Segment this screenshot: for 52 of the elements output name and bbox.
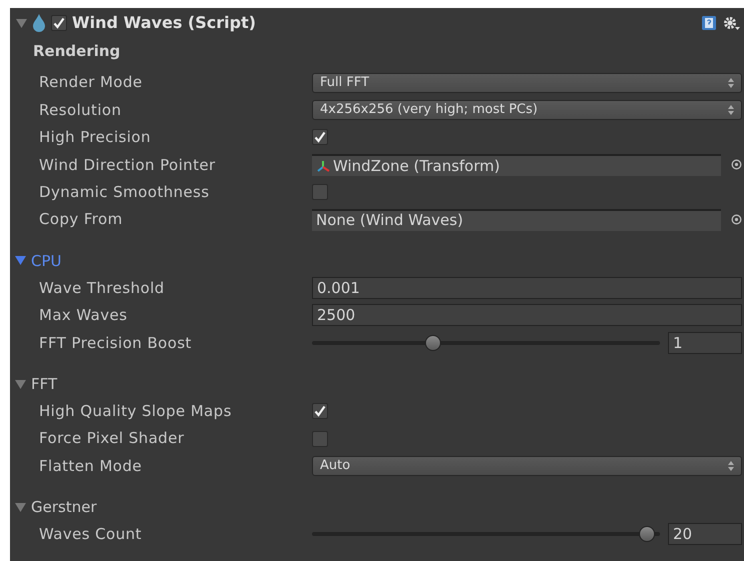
foldout-header[interactable]: CPU [31, 250, 62, 272]
section-heading: Rendering [32, 41, 122, 62]
dropdown[interactable]: Full FFT [312, 72, 742, 93]
number-field[interactable]: 0.001 [312, 277, 742, 300]
object-picker-icon[interactable] [731, 159, 742, 170]
field-label: Max Waves [39, 305, 128, 326]
field-label: Waves Count [39, 524, 143, 546]
checkmark-icon [314, 131, 326, 144]
object-field[interactable]: None (Wind Waves) [312, 208, 721, 231]
expanded-arrow-icon[interactable] [15, 255, 26, 266]
updown-caret-icon [728, 460, 734, 471]
foldout-header[interactable]: FFT [31, 372, 58, 396]
updown-caret-icon [728, 78, 734, 88]
field-label: Copy From [39, 209, 124, 230]
water-drop-icon [32, 14, 46, 32]
checkbox[interactable] [312, 430, 328, 447]
field-label: Render Mode [39, 72, 144, 94]
checkmark-icon [53, 17, 65, 29]
foldout-header[interactable]: Gerstner [31, 496, 97, 518]
dropdown[interactable]: Auto [312, 456, 742, 476]
slider-thumb[interactable] [424, 334, 441, 351]
checkbox[interactable] [51, 15, 67, 31]
object-picker-icon[interactable] [731, 214, 742, 226]
help-book-icon[interactable] [701, 15, 717, 31]
expanded-arrow-icon[interactable] [15, 378, 26, 390]
dropdown[interactable]: 4x256x256 (very high; most PCs) [312, 100, 742, 120]
field-label: Dynamic Smoothness [39, 182, 210, 203]
field-label: FFT Precision Boost [39, 332, 193, 354]
checkmark-icon [314, 405, 326, 418]
component-title: Wind Waves (Script) [72, 12, 257, 34]
field-label: Wave Threshold [39, 278, 166, 299]
field-label: Wind Direction Pointer [39, 154, 216, 176]
number-field[interactable]: 2500 [312, 304, 742, 326]
number-field[interactable]: 1 [668, 332, 742, 354]
object-field[interactable]: WindZone (Transform) [312, 154, 721, 176]
field-label: High Precision [39, 127, 152, 148]
updown-caret-icon [728, 105, 734, 116]
slider[interactable] [312, 334, 660, 351]
checkbox[interactable] [312, 403, 328, 420]
field-label: Resolution [39, 100, 122, 121]
transform-axes-icon [316, 158, 330, 173]
field-label: Force Pixel Shader [39, 428, 186, 450]
slider-thumb[interactable] [639, 526, 656, 542]
checkbox[interactable] [312, 184, 328, 200]
expanded-arrow-icon[interactable] [16, 18, 27, 28]
field-label: Flatten Mode [39, 456, 143, 477]
slider[interactable] [312, 526, 660, 542]
number-field[interactable]: 20 [668, 523, 742, 546]
expanded-arrow-icon[interactable] [15, 502, 26, 513]
gear-icon[interactable] [722, 15, 740, 31]
checkbox[interactable] [312, 129, 328, 146]
field-label: High Quality Slope Maps [39, 400, 233, 422]
